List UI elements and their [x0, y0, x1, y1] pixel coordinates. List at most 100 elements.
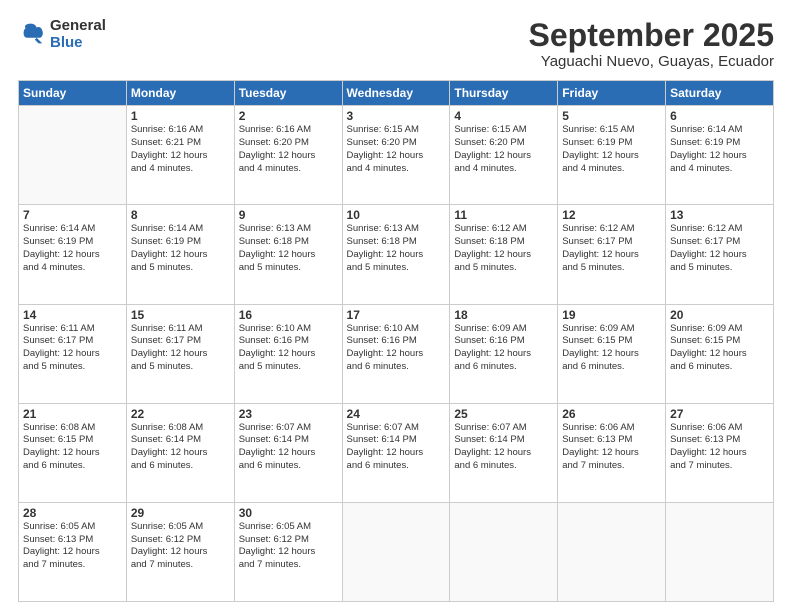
calendar-cell: 13Sunrise: 6:12 AMSunset: 6:17 PMDayligh…	[666, 205, 774, 304]
day-info: Sunrise: 6:11 AMSunset: 6:17 PMDaylight:…	[23, 323, 122, 374]
col-tuesday: Tuesday	[234, 81, 342, 106]
page: General Blue September 2025 Yaguachi Nue…	[0, 0, 792, 612]
col-sunday: Sunday	[19, 81, 127, 106]
calendar-cell: 18Sunrise: 6:09 AMSunset: 6:16 PMDayligh…	[450, 304, 558, 403]
calendar-cell	[19, 106, 127, 205]
col-saturday: Saturday	[666, 81, 774, 106]
calendar-cell: 10Sunrise: 6:13 AMSunset: 6:18 PMDayligh…	[342, 205, 450, 304]
calendar-cell: 9Sunrise: 6:13 AMSunset: 6:18 PMDaylight…	[234, 205, 342, 304]
day-number: 28	[23, 506, 122, 520]
day-info: Sunrise: 6:15 AMSunset: 6:20 PMDaylight:…	[347, 124, 446, 175]
day-info: Sunrise: 6:09 AMSunset: 6:15 PMDaylight:…	[562, 323, 661, 374]
day-info: Sunrise: 6:13 AMSunset: 6:18 PMDaylight:…	[239, 223, 338, 274]
calendar-cell: 2Sunrise: 6:16 AMSunset: 6:20 PMDaylight…	[234, 106, 342, 205]
calendar-cell: 8Sunrise: 6:14 AMSunset: 6:19 PMDaylight…	[126, 205, 234, 304]
day-info: Sunrise: 6:14 AMSunset: 6:19 PMDaylight:…	[23, 223, 122, 274]
day-number: 18	[454, 308, 553, 322]
calendar-cell: 22Sunrise: 6:08 AMSunset: 6:14 PMDayligh…	[126, 403, 234, 502]
calendar-cell: 29Sunrise: 6:05 AMSunset: 6:12 PMDayligh…	[126, 502, 234, 601]
logo: General Blue	[18, 18, 106, 51]
col-monday: Monday	[126, 81, 234, 106]
calendar-cell: 16Sunrise: 6:10 AMSunset: 6:16 PMDayligh…	[234, 304, 342, 403]
calendar-cell: 27Sunrise: 6:06 AMSunset: 6:13 PMDayligh…	[666, 403, 774, 502]
day-number: 19	[562, 308, 661, 322]
calendar-cell	[342, 502, 450, 601]
header-row: Sunday Monday Tuesday Wednesday Thursday…	[19, 81, 774, 106]
day-info: Sunrise: 6:10 AMSunset: 6:16 PMDaylight:…	[347, 323, 446, 374]
calendar-cell: 6Sunrise: 6:14 AMSunset: 6:19 PMDaylight…	[666, 106, 774, 205]
day-number: 16	[239, 308, 338, 322]
day-number: 15	[131, 308, 230, 322]
day-number: 5	[562, 109, 661, 123]
logo-blue-text: Blue	[50, 35, 106, 52]
day-number: 14	[23, 308, 122, 322]
day-info: Sunrise: 6:15 AMSunset: 6:20 PMDaylight:…	[454, 124, 553, 175]
calendar-week-3: 14Sunrise: 6:11 AMSunset: 6:17 PMDayligh…	[19, 304, 774, 403]
logo-general-text: General	[50, 18, 106, 35]
day-info: Sunrise: 6:09 AMSunset: 6:15 PMDaylight:…	[670, 323, 769, 374]
calendar-cell: 28Sunrise: 6:05 AMSunset: 6:13 PMDayligh…	[19, 502, 127, 601]
calendar-cell	[558, 502, 666, 601]
day-info: Sunrise: 6:07 AMSunset: 6:14 PMDaylight:…	[454, 422, 553, 473]
calendar-table: Sunday Monday Tuesday Wednesday Thursday…	[18, 80, 774, 602]
day-info: Sunrise: 6:16 AMSunset: 6:21 PMDaylight:…	[131, 124, 230, 175]
day-info: Sunrise: 6:16 AMSunset: 6:20 PMDaylight:…	[239, 124, 338, 175]
calendar-cell: 19Sunrise: 6:09 AMSunset: 6:15 PMDayligh…	[558, 304, 666, 403]
day-number: 22	[131, 407, 230, 421]
calendar-cell: 12Sunrise: 6:12 AMSunset: 6:17 PMDayligh…	[558, 205, 666, 304]
day-number: 6	[670, 109, 769, 123]
day-info: Sunrise: 6:10 AMSunset: 6:16 PMDaylight:…	[239, 323, 338, 374]
day-info: Sunrise: 6:08 AMSunset: 6:14 PMDaylight:…	[131, 422, 230, 473]
day-number: 11	[454, 208, 553, 222]
day-number: 13	[670, 208, 769, 222]
day-info: Sunrise: 6:06 AMSunset: 6:13 PMDaylight:…	[562, 422, 661, 473]
calendar-cell: 5Sunrise: 6:15 AMSunset: 6:19 PMDaylight…	[558, 106, 666, 205]
calendar-cell: 21Sunrise: 6:08 AMSunset: 6:15 PMDayligh…	[19, 403, 127, 502]
title-block: September 2025 Yaguachi Nuevo, Guayas, E…	[529, 18, 774, 70]
day-info: Sunrise: 6:07 AMSunset: 6:14 PMDaylight:…	[347, 422, 446, 473]
day-number: 4	[454, 109, 553, 123]
day-number: 29	[131, 506, 230, 520]
calendar-week-1: 1Sunrise: 6:16 AMSunset: 6:21 PMDaylight…	[19, 106, 774, 205]
calendar-cell: 14Sunrise: 6:11 AMSunset: 6:17 PMDayligh…	[19, 304, 127, 403]
day-info: Sunrise: 6:05 AMSunset: 6:13 PMDaylight:…	[23, 521, 122, 572]
day-number: 2	[239, 109, 338, 123]
day-number: 3	[347, 109, 446, 123]
calendar-cell: 17Sunrise: 6:10 AMSunset: 6:16 PMDayligh…	[342, 304, 450, 403]
day-number: 25	[454, 407, 553, 421]
subtitle: Yaguachi Nuevo, Guayas, Ecuador	[529, 53, 774, 70]
day-number: 12	[562, 208, 661, 222]
calendar-cell: 15Sunrise: 6:11 AMSunset: 6:17 PMDayligh…	[126, 304, 234, 403]
day-number: 20	[670, 308, 769, 322]
calendar-cell: 11Sunrise: 6:12 AMSunset: 6:18 PMDayligh…	[450, 205, 558, 304]
day-info: Sunrise: 6:15 AMSunset: 6:19 PMDaylight:…	[562, 124, 661, 175]
day-number: 21	[23, 407, 122, 421]
calendar-cell	[666, 502, 774, 601]
calendar-cell: 3Sunrise: 6:15 AMSunset: 6:20 PMDaylight…	[342, 106, 450, 205]
calendar-cell	[450, 502, 558, 601]
day-info: Sunrise: 6:05 AMSunset: 6:12 PMDaylight:…	[131, 521, 230, 572]
day-info: Sunrise: 6:14 AMSunset: 6:19 PMDaylight:…	[131, 223, 230, 274]
calendar-body: 1Sunrise: 6:16 AMSunset: 6:21 PMDaylight…	[19, 106, 774, 602]
logo-icon	[18, 21, 46, 49]
calendar-cell: 1Sunrise: 6:16 AMSunset: 6:21 PMDaylight…	[126, 106, 234, 205]
day-number: 1	[131, 109, 230, 123]
main-title: September 2025	[529, 18, 774, 53]
day-info: Sunrise: 6:05 AMSunset: 6:12 PMDaylight:…	[239, 521, 338, 572]
calendar-cell: 24Sunrise: 6:07 AMSunset: 6:14 PMDayligh…	[342, 403, 450, 502]
day-number: 24	[347, 407, 446, 421]
day-number: 7	[23, 208, 122, 222]
calendar-cell: 20Sunrise: 6:09 AMSunset: 6:15 PMDayligh…	[666, 304, 774, 403]
day-number: 10	[347, 208, 446, 222]
day-number: 23	[239, 407, 338, 421]
calendar-cell: 23Sunrise: 6:07 AMSunset: 6:14 PMDayligh…	[234, 403, 342, 502]
calendar-week-4: 21Sunrise: 6:08 AMSunset: 6:15 PMDayligh…	[19, 403, 774, 502]
day-info: Sunrise: 6:08 AMSunset: 6:15 PMDaylight:…	[23, 422, 122, 473]
day-number: 26	[562, 407, 661, 421]
calendar-cell: 7Sunrise: 6:14 AMSunset: 6:19 PMDaylight…	[19, 205, 127, 304]
day-info: Sunrise: 6:09 AMSunset: 6:16 PMDaylight:…	[454, 323, 553, 374]
logo-text: General Blue	[50, 18, 106, 51]
calendar-week-5: 28Sunrise: 6:05 AMSunset: 6:13 PMDayligh…	[19, 502, 774, 601]
day-number: 27	[670, 407, 769, 421]
col-thursday: Thursday	[450, 81, 558, 106]
